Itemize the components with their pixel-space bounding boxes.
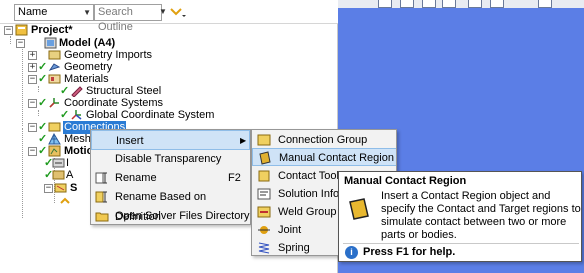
rename-icon xyxy=(95,171,109,185)
viewport-tool-button[interactable] xyxy=(442,0,456,8)
collapse-icon[interactable]: − xyxy=(4,26,13,35)
submenu-item-manual-contact-region[interactable]: Manual Contact Region xyxy=(252,148,396,166)
submenu-item-label: Joint xyxy=(278,224,302,236)
folder-icon xyxy=(95,209,109,223)
tree-label: A xyxy=(66,169,74,181)
name-filter-combo[interactable]: Name ▼ xyxy=(14,4,94,21)
expand-icon[interactable]: + xyxy=(28,51,37,60)
menu-item-label: Disable Transparency xyxy=(115,153,222,165)
submenu-item-connection-group[interactable]: Connection Group xyxy=(252,131,396,149)
menu-item-insert[interactable]: Insert ▶ xyxy=(91,130,250,150)
info-icon: i xyxy=(345,246,358,259)
joint-icon xyxy=(257,223,271,237)
menu-item-open-solver-files-directory[interactable]: Open Solver Files Directory xyxy=(91,206,250,226)
solution-icon xyxy=(54,182,67,194)
tree-line xyxy=(22,128,23,218)
collapse-icon[interactable]: − xyxy=(44,184,53,193)
tree-label: S xyxy=(70,182,78,194)
geometry-icon xyxy=(48,61,61,73)
menu-item-rename-based-on-definition[interactable]: Rename Based on Definition xyxy=(91,187,250,223)
connections-icon xyxy=(48,121,61,133)
viewport-tool-button[interactable] xyxy=(468,0,482,8)
collapse-icon[interactable]: − xyxy=(28,123,37,132)
submenu-item-label: Manual Contact Region xyxy=(279,152,394,164)
menu-item-rename[interactable]: Rename F2 xyxy=(91,168,250,188)
tree-line xyxy=(38,110,39,116)
settings-icon xyxy=(52,157,65,169)
filter-options-icon[interactable] xyxy=(168,3,188,21)
submenu-item-label: Contact Tool xyxy=(278,170,339,182)
search-dropdown-icon[interactable]: ▼ xyxy=(159,4,167,21)
checkmark-icon: ✓ xyxy=(38,73,48,85)
rename-definition-icon xyxy=(95,190,109,204)
context-menu: Insert ▶ Disable Transparency Rename F2 … xyxy=(90,129,251,225)
tooltip-help-text: Press F1 for help. xyxy=(363,246,456,258)
chevron-down-icon[interactable]: ▼ xyxy=(83,5,91,20)
collapse-icon[interactable]: − xyxy=(16,39,25,48)
solution-information-icon xyxy=(257,187,271,201)
tooltip-divider xyxy=(343,243,579,244)
tooltip-title: Manual Contact Region xyxy=(344,175,467,187)
weld-group-icon xyxy=(257,205,271,219)
viewport-tool-button[interactable] xyxy=(538,0,552,8)
geometry-imports-icon xyxy=(48,49,61,61)
menu-item-label: Insert xyxy=(116,135,144,147)
solution-info-icon xyxy=(60,195,73,207)
tooltip: Manual Contact Region Insert a Contact R… xyxy=(338,171,582,262)
collapse-icon[interactable]: − xyxy=(28,147,37,156)
manual-contact-region-icon xyxy=(258,151,272,165)
settings-icon xyxy=(52,169,65,181)
menu-item-disable-transparency[interactable]: Disable Transparency xyxy=(91,149,250,169)
viewport-tool-button[interactable] xyxy=(422,0,436,8)
coordinate-systems-icon xyxy=(48,97,61,109)
outline-toolbar: Name ▼ Search Outline ▼ xyxy=(0,0,338,33)
viewport-tool-button[interactable] xyxy=(378,0,392,8)
tree-label: Project* xyxy=(31,24,73,36)
name-filter-value: Name xyxy=(18,6,48,18)
tooltip-body: Insert a Contact Region object and speci… xyxy=(381,190,581,241)
tree-line xyxy=(38,86,39,92)
model-icon xyxy=(44,37,57,49)
collapse-icon[interactable]: − xyxy=(28,99,37,108)
search-outline-input[interactable]: Search Outline xyxy=(94,4,162,33)
manual-contact-region-icon xyxy=(347,198,371,220)
submenu-item-label: Spring xyxy=(278,242,310,254)
submenu-item-label: Connection Group xyxy=(278,134,368,146)
viewport-tool-button[interactable] xyxy=(490,0,504,8)
menu-item-label: Open Solver Files Directory xyxy=(115,210,250,222)
connection-group-icon xyxy=(257,133,271,147)
tree-line xyxy=(22,46,23,126)
expand-icon[interactable]: + xyxy=(28,63,37,72)
menu-item-shortcut: F2 xyxy=(228,172,241,184)
tree-line xyxy=(10,36,11,44)
submenu-arrow-icon: ▶ xyxy=(240,136,247,145)
analysis-icon xyxy=(48,145,61,157)
mesh-icon xyxy=(48,132,61,145)
menu-item-label: Rename xyxy=(115,172,157,184)
viewport-tool-button[interactable] xyxy=(400,0,414,8)
materials-icon xyxy=(48,73,61,85)
spring-icon xyxy=(257,241,271,255)
checkmark-icon: ✓ xyxy=(38,97,48,109)
coordinate-system-icon xyxy=(70,109,83,121)
project-icon xyxy=(15,24,28,36)
contact-tool-icon xyxy=(257,169,271,183)
material-icon xyxy=(70,85,83,98)
viewport-toolbar xyxy=(338,0,584,8)
collapse-icon[interactable]: − xyxy=(28,75,37,84)
